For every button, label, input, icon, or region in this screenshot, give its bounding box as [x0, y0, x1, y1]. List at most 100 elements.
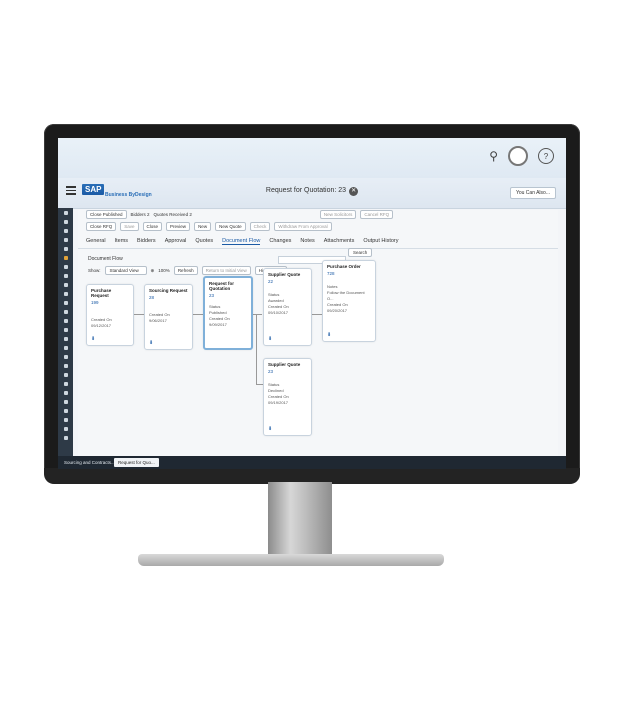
nav-icon[interactable] [58, 226, 73, 235]
monitor-stand [268, 482, 332, 558]
card-line: 09/20/2017 [327, 308, 348, 313]
main-content: Close Published Bidders 2 Quotes Receive… [78, 210, 558, 458]
close-icon[interactable]: ✕ [349, 187, 359, 196]
shell-actions: ⚲ ? [489, 146, 554, 166]
card-title: Supplier Quote [268, 362, 301, 367]
nav-icon[interactable] [58, 244, 73, 253]
help-icon[interactable]: ? [538, 148, 554, 164]
tab-notes[interactable]: Notes [300, 238, 314, 245]
nav-icon[interactable] [58, 397, 73, 406]
save-button[interactable]: Save [120, 222, 139, 231]
close-rfq-button[interactable]: Close RFQ [86, 222, 117, 231]
card-line: 9/06/2017 [149, 318, 167, 323]
nav-icon[interactable] [58, 433, 73, 442]
side-navigation [58, 208, 73, 458]
nav-icon[interactable] [58, 298, 73, 307]
download-icon[interactable]: ⬇ [149, 340, 153, 346]
refresh-button[interactable]: Refresh [173, 266, 198, 275]
tab-bar: General Items Bidders Approval Quotes Do… [86, 238, 399, 245]
home-icon[interactable] [58, 208, 73, 217]
taskbar-tab[interactable]: Request for Quo... [114, 458, 159, 467]
search-button[interactable]: Search [348, 248, 373, 257]
nav-icon[interactable] [58, 235, 73, 244]
flow-card-purchase-order[interactable]: Purchase Order 728 Notes Follow the Docu… [322, 260, 376, 342]
tab-bidders[interactable]: Bidders [137, 238, 156, 245]
nav-icon[interactable] [58, 316, 73, 325]
action-toolbar: Close Published Bidders 2 Quotes Receive… [86, 210, 416, 231]
screen: ⚲ ? SAP Business ByDesign Request for Qu… [58, 138, 566, 469]
flow-card-request-for-quotation[interactable]: Request for Quotation 23 Status Publishe… [203, 276, 253, 350]
status-button[interactable]: Close Published [86, 210, 127, 219]
nav-icon[interactable] [58, 343, 73, 352]
new-solicitors-button[interactable]: New Solicitors [319, 210, 357, 219]
withdraw-button[interactable]: Withdraw From Approval [274, 222, 332, 231]
tab-output-history[interactable]: Output History [363, 238, 398, 245]
card-line: 09/12/2017 [91, 323, 112, 328]
card-title: Request for Quotation [209, 281, 235, 291]
zoom-level: 100% [158, 268, 170, 273]
nav-icon[interactable] [58, 289, 73, 298]
show-label: Show: [88, 268, 101, 273]
nav-icon[interactable] [58, 415, 73, 424]
nav-icon[interactable] [58, 262, 73, 271]
nav-icon[interactable] [58, 307, 73, 316]
nav-icon[interactable] [58, 334, 73, 343]
search-icon[interactable]: ⚲ [489, 149, 498, 163]
flow-card-supplier-quote-declined[interactable]: Supplier Quote 23 Status Declined Create… [263, 358, 312, 436]
page-title-text: Request for Quotation: 23 [265, 187, 347, 194]
tab-document-flow[interactable]: Document Flow [222, 238, 261, 245]
monitor-base [138, 554, 444, 566]
return-initial-view-button[interactable]: Return to Initial View [201, 266, 251, 275]
nav-icon[interactable] [58, 271, 73, 280]
card-line: Follow the Document O... [327, 290, 365, 301]
tab-items[interactable]: Items [115, 238, 128, 245]
nav-icon[interactable] [58, 217, 73, 226]
card-title: Purchase Order [327, 264, 361, 269]
nav-icon[interactable] [58, 424, 73, 433]
taskbar-workcenter[interactable]: Sourcing and Contracts... [60, 458, 119, 467]
page-title: Request for Quotation: 23 ✕ [58, 187, 566, 196]
card-title: Supplier Quote [268, 272, 301, 277]
card-line: 09/19/2017 [268, 400, 289, 405]
nav-icon[interactable] [58, 352, 73, 361]
nav-icon[interactable] [58, 280, 73, 289]
new-quote-button[interactable]: New Quote [215, 222, 246, 231]
tab-quotes[interactable]: Quotes [195, 238, 213, 245]
nav-icon-active[interactable] [58, 253, 73, 262]
nav-icon[interactable] [58, 406, 73, 415]
tab-general[interactable]: General [86, 238, 106, 245]
flow-toolbar: Show: Standard View ⊕ 100% Refresh Retur… [88, 266, 288, 275]
zoom-icon[interactable]: ⊕ [151, 268, 155, 274]
view-select[interactable]: Standard View [104, 266, 147, 275]
download-icon[interactable]: ⬇ [268, 336, 272, 342]
tab-attachments[interactable]: Attachments [324, 238, 355, 245]
nav-icon[interactable] [58, 370, 73, 379]
check-button[interactable]: Check [249, 222, 271, 231]
flow-connector [256, 384, 263, 385]
preview-button[interactable]: Preview [166, 222, 191, 231]
download-icon[interactable]: ⬇ [91, 336, 95, 342]
card-title: Sourcing Request [149, 288, 188, 293]
tab-divider [78, 248, 558, 249]
card-title: Purchase Request [91, 288, 112, 298]
tab-approval[interactable]: Approval [165, 238, 187, 245]
you-can-also-button[interactable]: You Can Also... [509, 187, 556, 199]
bidders-count: Bidders 2 [130, 212, 150, 217]
download-icon[interactable]: ⬇ [268, 426, 272, 432]
nav-icon[interactable] [58, 379, 73, 388]
section-title: Document Flow [88, 256, 123, 262]
close-button[interactable]: Close [142, 222, 163, 231]
flow-card-sourcing-request[interactable]: Sourcing Request 28 Created On 9/06/2017… [144, 284, 193, 350]
flow-card-purchase-request[interactable]: Purchase Request 199 Created On 09/12/20… [86, 284, 134, 346]
flow-card-supplier-quote-awarded[interactable]: Supplier Quote 22 Status Awarded Created… [263, 268, 312, 346]
nav-icon[interactable] [58, 388, 73, 397]
avatar[interactable] [508, 146, 528, 166]
tab-changes[interactable]: Changes [269, 238, 291, 245]
nav-icon[interactable] [58, 325, 73, 334]
new-button[interactable]: New [194, 222, 212, 231]
download-icon[interactable]: ⬇ [327, 332, 331, 338]
nav-icon[interactable] [58, 361, 73, 370]
flow-connector [256, 314, 257, 384]
card-line: 09/10/2017 [268, 310, 289, 315]
cancel-rfq-button[interactable]: Cancel RFQ [360, 210, 394, 219]
